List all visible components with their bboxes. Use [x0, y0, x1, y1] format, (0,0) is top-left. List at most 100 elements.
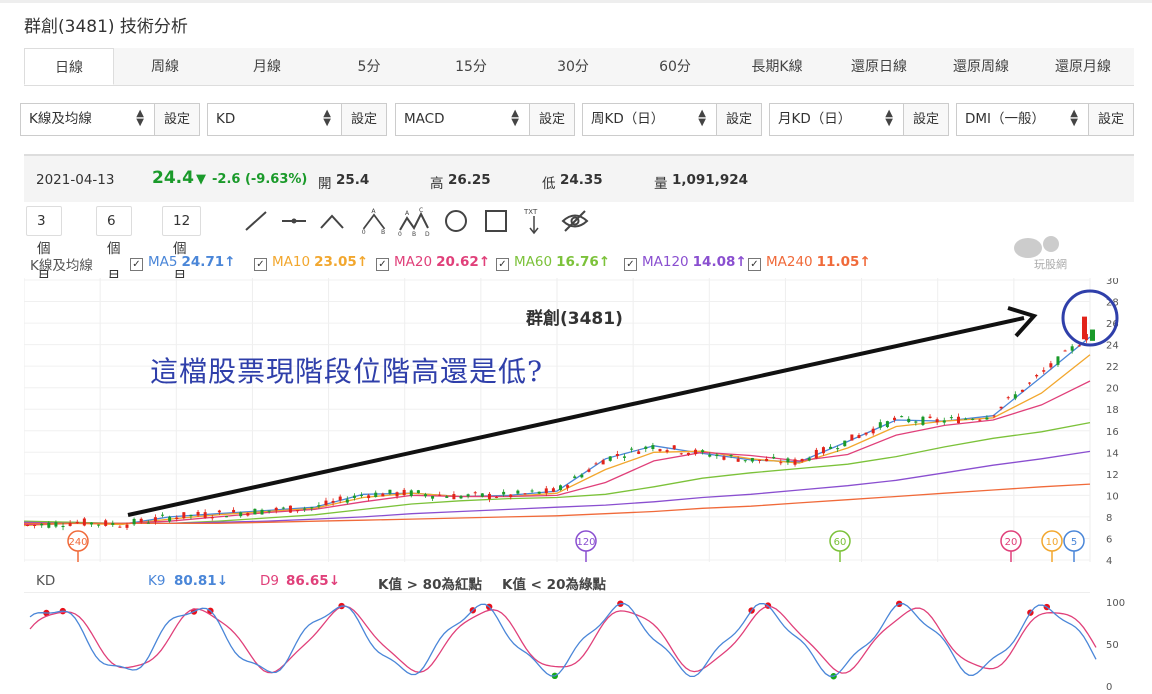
candlestick — [381, 493, 385, 497]
candlestick — [821, 447, 825, 454]
candlestick — [502, 491, 506, 495]
ma-legend-label: K線及均線 — [30, 258, 93, 274]
checkbox-icon[interactable]: ✓ — [624, 258, 637, 271]
candlestick — [686, 452, 690, 455]
ma-legend-item-3[interactable]: ✓ MA60 16.76↑ — [496, 254, 610, 271]
ma-name: MA20 — [394, 254, 433, 270]
tab-1[interactable]: 周線 — [114, 48, 216, 85]
candlestick — [1042, 370, 1046, 372]
candlestick — [964, 418, 968, 420]
period-6m-button[interactable]: 6 個月 — [96, 206, 132, 285]
candlestick — [743, 460, 747, 462]
indicator-dropdown-0[interactable]: K線及均線 ▲ ▼ — [21, 104, 154, 135]
tab-8[interactable]: 還原日線 — [828, 48, 930, 85]
candlestick — [708, 454, 712, 457]
svg-text:A: A — [371, 208, 376, 215]
tab-6[interactable]: 60分 — [624, 48, 726, 85]
candlestick — [210, 517, 214, 519]
down-triangle-icon: ▼ — [196, 172, 206, 187]
period-3m-button[interactable]: 3 個月 — [26, 206, 62, 285]
sort-down-icon: ▼ — [885, 117, 893, 128]
indicator-dropdown-2[interactable]: MACD ▲ ▼ — [396, 104, 529, 135]
y-tick-label: 16 — [1106, 427, 1119, 438]
checkbox-icon[interactable]: ✓ — [496, 258, 509, 271]
svg-text:0: 0 — [398, 231, 402, 236]
y-tick-label: 20 — [1106, 384, 1119, 395]
text-tool-icon[interactable]: TXT — [520, 206, 548, 236]
candlestick — [914, 421, 918, 423]
candlestick — [1013, 394, 1017, 399]
candlestick — [274, 507, 278, 511]
candlestick — [97, 524, 101, 526]
ma-legend-item-5[interactable]: ✓ MA240 11.05↑ — [748, 254, 871, 271]
circle-tool-icon[interactable] — [442, 206, 470, 236]
indicator-selectors: K線及均線 ▲ ▼ 設定 KD ▲ ▼ 設定 MACD ▲ ▼ 設定 周KD（日） ▲ ▼ 設定 月KD（日） ▲… — [20, 103, 1134, 137]
checkbox-icon[interactable]: ✓ — [748, 258, 761, 271]
indicator-dropdown-3[interactable]: 周KD（日） ▲ ▼ — [583, 104, 716, 135]
candlestick — [544, 488, 548, 494]
candlestick — [630, 448, 634, 450]
period-12m-button[interactable]: 12 個月 — [162, 206, 202, 285]
candlestick — [182, 512, 186, 519]
ma-legend-item-2[interactable]: ✓ MA20 20.62↑ — [376, 254, 490, 271]
candlestick — [928, 416, 932, 418]
tab-0[interactable]: 日線 — [24, 48, 114, 85]
candlestick — [530, 490, 534, 492]
settings-button-3[interactable]: 設定 — [716, 104, 761, 135]
tab-3[interactable]: 5分 — [318, 48, 420, 85]
svg-text:A: A — [405, 210, 410, 217]
svg-text:B: B — [412, 231, 416, 236]
ma-legend-item-0[interactable]: ✓ MA5 24.71↑ — [130, 254, 236, 271]
candlestick — [829, 446, 833, 449]
tab-7[interactable]: 長期K線 — [726, 48, 828, 85]
page-title: 群創(3481) 技術分析 — [24, 17, 188, 37]
candlestick — [111, 523, 115, 525]
tab-5[interactable]: 30分 — [522, 48, 624, 85]
candlestick — [871, 428, 875, 434]
quote-change: -2.6 (-9.63%) — [212, 172, 308, 187]
settings-button-2[interactable]: 設定 — [529, 104, 574, 135]
horizontal-line-icon[interactable] — [280, 206, 308, 236]
tab-9[interactable]: 還原周線 — [930, 48, 1032, 85]
settings-button-1[interactable]: 設定 — [341, 104, 386, 135]
candlestick — [374, 492, 378, 498]
d9-line — [29, 605, 1097, 674]
tab-2[interactable]: 月線 — [216, 48, 318, 85]
rect-tool-icon[interactable] — [482, 206, 510, 236]
high-label: 高 — [430, 176, 444, 192]
candlestick — [885, 421, 889, 428]
candlestick — [800, 458, 804, 462]
quote-price: 24.4 — [152, 168, 194, 188]
ma-legend-item-1[interactable]: ✓ MA10 23.05↑ — [254, 254, 368, 271]
abcd-wave-icon[interactable]: A C 0 B D — [398, 206, 430, 236]
tab-10[interactable]: 還原月線 — [1032, 48, 1134, 85]
candlestick — [480, 493, 484, 497]
checkbox-icon[interactable]: ✓ — [254, 258, 267, 271]
indicator-dropdown-4[interactable]: 月KD（日） ▲ ▼ — [770, 104, 903, 135]
candlestick — [793, 459, 797, 465]
settings-button-0[interactable]: 設定 — [154, 104, 199, 135]
hide-icon[interactable] — [560, 206, 590, 236]
k9-line — [29, 603, 1097, 678]
candlestick — [516, 490, 520, 494]
candlestick — [416, 490, 420, 494]
angle-tool-icon[interactable] — [318, 206, 346, 236]
candlestick — [438, 494, 442, 496]
indicator-dropdown-1[interactable]: KD ▲ ▼ — [208, 104, 341, 135]
candlestick — [175, 517, 179, 520]
line-tool-icon[interactable] — [242, 206, 270, 236]
indicator-dropdown-5[interactable]: DMI（一般） ▲ ▼ — [957, 104, 1088, 135]
settings-button-5[interactable]: 設定 — [1088, 104, 1133, 135]
settings-button-4[interactable]: 設定 — [903, 104, 948, 135]
checkbox-icon[interactable]: ✓ — [130, 258, 143, 271]
candlestick — [573, 476, 577, 479]
candlestick — [296, 510, 300, 512]
ab-wave-icon[interactable]: A 0 B — [360, 206, 388, 236]
candlestick — [594, 463, 598, 465]
candlestick — [466, 494, 470, 497]
kd-label: KD — [36, 573, 56, 589]
candlestick — [836, 448, 840, 450]
checkbox-icon[interactable]: ✓ — [376, 258, 389, 271]
tab-4[interactable]: 15分 — [420, 48, 522, 85]
ma-legend-item-4[interactable]: ✓ MA120 14.08↑ — [624, 254, 747, 271]
